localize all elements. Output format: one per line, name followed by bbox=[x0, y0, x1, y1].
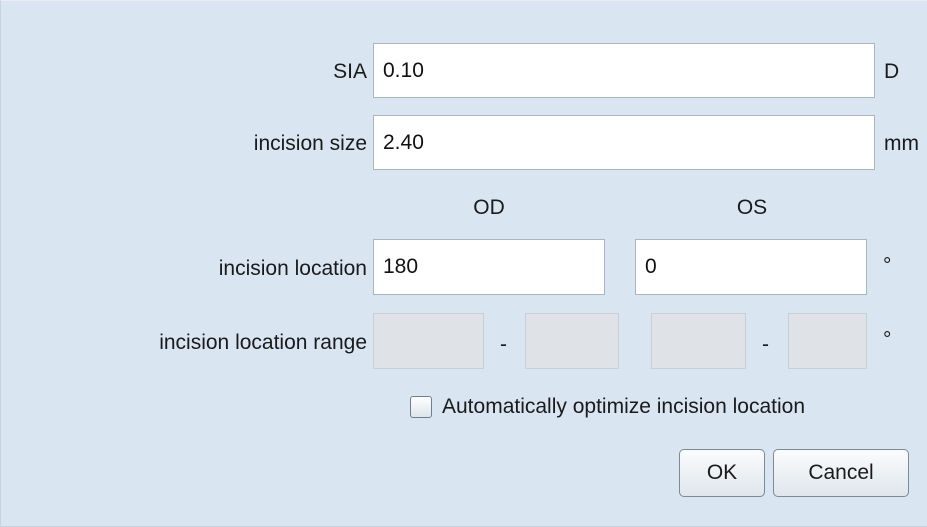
od-column-header: OD bbox=[473, 196, 505, 219]
incision-location-range-label: incision location range bbox=[159, 331, 367, 354]
range-os-from-input[interactable] bbox=[651, 313, 746, 369]
dialog-panel: SIA D incision size mm OD OS incision lo… bbox=[0, 0, 927, 527]
range-od-from-input[interactable] bbox=[373, 313, 484, 369]
os-column-header: OS bbox=[736, 196, 768, 219]
incision-size-unit: mm bbox=[884, 132, 919, 155]
incision-location-os-input[interactable] bbox=[635, 239, 867, 295]
sia-unit: D bbox=[884, 60, 900, 83]
auto-optimize-checkbox[interactable] bbox=[410, 396, 432, 418]
sia-input[interactable] bbox=[373, 43, 875, 98]
range-od-separator: - bbox=[500, 333, 507, 356]
range-os-separator: - bbox=[762, 333, 769, 356]
sia-label: SIA bbox=[333, 60, 367, 83]
incision-location-od-input[interactable] bbox=[373, 239, 605, 295]
range-os-to-input[interactable] bbox=[788, 313, 867, 369]
incision-location-range-unit: ° bbox=[883, 328, 892, 351]
incision-location-label: incision location bbox=[218, 257, 367, 280]
auto-optimize-label[interactable]: Automatically optimize incision location bbox=[442, 393, 805, 421]
incision-size-label: incision size bbox=[253, 132, 367, 155]
range-od-to-input[interactable] bbox=[525, 313, 619, 369]
cancel-button[interactable]: Cancel bbox=[773, 449, 909, 497]
incision-size-input[interactable] bbox=[373, 115, 875, 170]
incision-location-unit: ° bbox=[883, 254, 892, 277]
ok-button[interactable]: OK bbox=[679, 449, 765, 497]
